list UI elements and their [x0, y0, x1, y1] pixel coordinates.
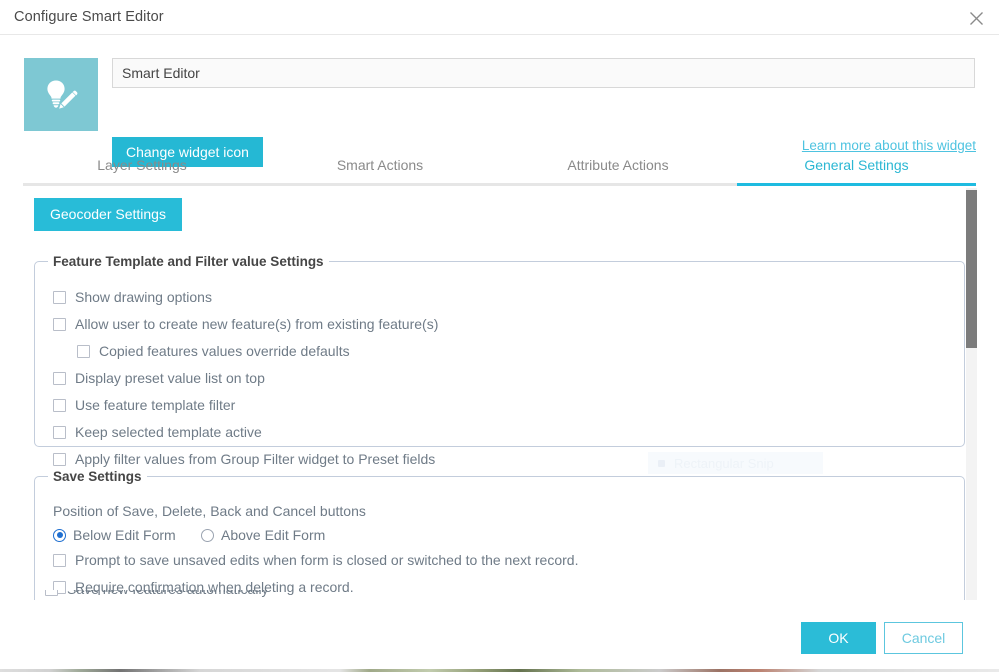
tab-layer-settings[interactable]: Layer Settings	[23, 152, 261, 184]
label-show-drawing-options: Show drawing options	[75, 289, 212, 305]
tab-attribute-actions[interactable]: Attribute Actions	[499, 152, 737, 184]
scrollbar-thumb[interactable]	[966, 190, 977, 348]
feature-template-settings-group: Feature Template and Filter value Settin…	[34, 254, 965, 447]
label-prompt-save-unsaved: Prompt to save unsaved edits when form i…	[75, 552, 578, 568]
checkbox-keep-template-active[interactable]	[53, 426, 66, 439]
label-above-edit-form: Above Edit Form	[221, 527, 325, 543]
checkbox-use-template-filter[interactable]	[53, 399, 66, 412]
label-copied-values-override: Copied features values override defaults	[99, 343, 350, 359]
tab-general-settings[interactable]: General Settings	[737, 152, 976, 184]
active-tab-underline	[737, 183, 976, 186]
checkbox-apply-group-filter-values[interactable]	[53, 453, 66, 466]
radio-row-above-edit-form[interactable]: Above Edit Form	[201, 527, 325, 543]
radio-below-edit-form[interactable]	[53, 529, 66, 542]
save-settings-group: Save Settings Position of Save, Delete, …	[34, 469, 965, 600]
label-apply-group-filter-values: Apply filter values from Group Filter wi…	[75, 451, 435, 467]
radio-above-edit-form[interactable]	[201, 529, 214, 542]
widget-name-input[interactable]	[112, 58, 975, 88]
checkbox-row-show-drawing-options[interactable]: Show drawing options	[53, 289, 212, 305]
position-of-buttons-label: Position of Save, Delete, Back and Cance…	[53, 503, 366, 519]
label-save-new-features-automatically: Save new features automatically	[67, 590, 269, 597]
cancel-button[interactable]: Cancel	[884, 622, 963, 654]
widget-icon-tile[interactable]	[24, 58, 98, 131]
checkbox-show-drawing-options[interactable]	[53, 291, 66, 304]
ok-button[interactable]: OK	[801, 622, 876, 654]
close-icon	[969, 11, 984, 26]
tab-smart-actions[interactable]: Smart Actions	[261, 152, 499, 184]
checkbox-display-preset-on-top[interactable]	[53, 372, 66, 385]
checkbox-row-allow-create-from-existing[interactable]: Allow user to create new feature(s) from…	[53, 316, 438, 332]
checkbox-row-use-template-filter[interactable]: Use feature template filter	[53, 397, 235, 413]
page-title: Configure Smart Editor	[14, 9, 164, 25]
label-allow-create-from-existing: Allow user to create new feature(s) from…	[75, 316, 438, 332]
feature-template-settings-legend: Feature Template and Filter value Settin…	[48, 254, 329, 269]
checkbox-prompt-save-unsaved[interactable]	[53, 554, 66, 567]
checkbox-save-new-features-automatically[interactable]	[45, 590, 58, 596]
content-vertical-scrollbar[interactable]	[966, 188, 977, 600]
checkbox-allow-create-from-existing[interactable]	[53, 318, 66, 331]
label-keep-template-active: Keep selected template active	[75, 424, 262, 440]
checkbox-row-prompt-save-unsaved[interactable]: Prompt to save unsaved edits when form i…	[53, 552, 578, 568]
checkbox-row-copied-values-override[interactable]: Copied features values override defaults	[77, 343, 350, 359]
dialog-title-bar: Configure Smart Editor	[0, 0, 999, 35]
label-below-edit-form: Below Edit Form	[73, 527, 176, 543]
label-use-template-filter: Use feature template filter	[75, 397, 235, 413]
checkbox-row-display-preset-on-top[interactable]: Display preset value list on top	[53, 370, 265, 386]
settings-content-panel: Geocoder Settings Rectangular Snip Featu…	[23, 187, 976, 600]
lightbulb-pencil-icon	[41, 75, 81, 115]
geocoder-settings-button[interactable]: Geocoder Settings	[34, 198, 182, 231]
checkbox-row-apply-group-filter-values[interactable]: Apply filter values from Group Filter wi…	[53, 451, 435, 467]
save-settings-legend: Save Settings	[48, 469, 147, 484]
settings-tabs: Layer Settings Smart Actions Attribute A…	[23, 152, 976, 186]
checkbox-copied-values-override[interactable]	[77, 345, 90, 358]
radio-row-below-edit-form[interactable]: Below Edit Form	[53, 527, 176, 543]
clipped-checkbox-row-save-new-features[interactable]: Save new features automatically	[45, 590, 445, 600]
close-button[interactable]	[961, 4, 991, 32]
dialog-footer: OK Cancel	[0, 608, 999, 670]
widget-header: Change widget icon Learn more about this…	[0, 35, 999, 145]
label-display-preset-on-top: Display preset value list on top	[75, 370, 265, 386]
checkbox-row-keep-template-active[interactable]: Keep selected template active	[53, 424, 262, 440]
